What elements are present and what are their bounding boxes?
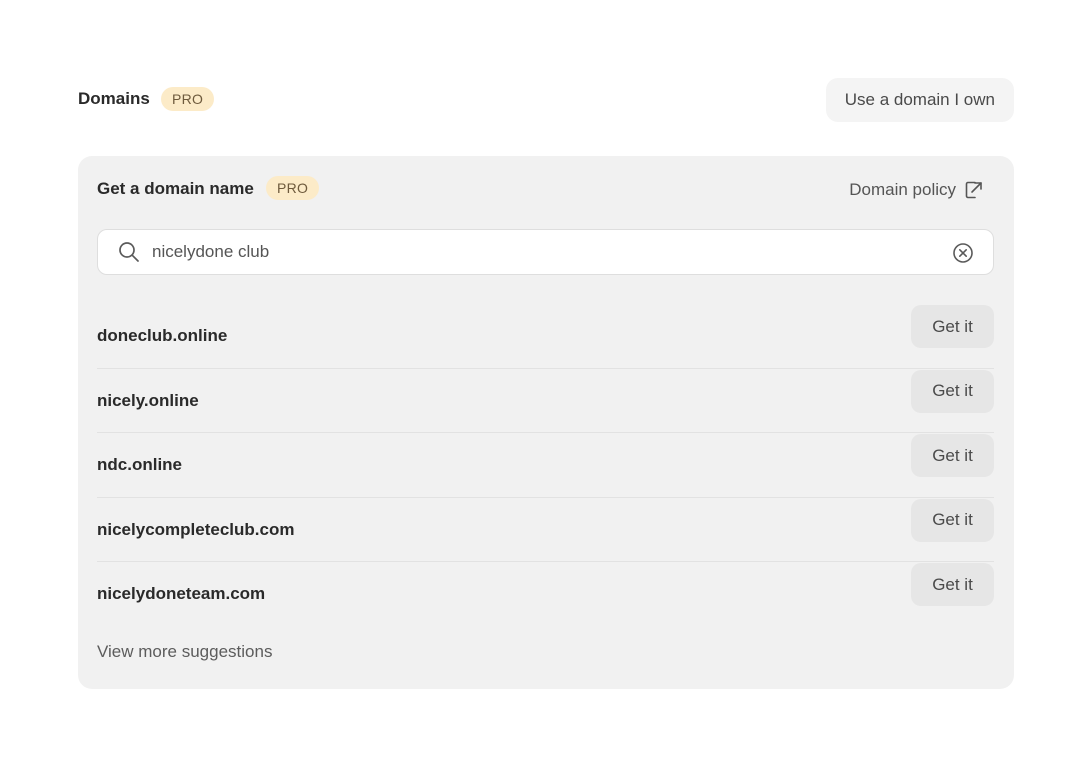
domain-name: doneclub.online (97, 326, 228, 345)
get-it-button[interactable]: Get it (911, 434, 994, 477)
suggestion-list: doneclub.online Get it nicely.online Get… (97, 304, 994, 627)
pro-badge: PRO (266, 176, 320, 200)
search-icon (118, 241, 140, 268)
get-it-button[interactable]: Get it (911, 305, 994, 348)
view-more-suggestions-link[interactable]: View more suggestions (97, 642, 272, 662)
domain-name: nicely.online (97, 390, 199, 410)
domain-policy-link[interactable]: Domain policy (849, 180, 984, 200)
external-link-icon (964, 180, 984, 200)
domains-header: Domains PRO Use a domain I own (78, 78, 1014, 122)
clear-icon[interactable] (952, 242, 974, 269)
use-own-domain-button[interactable]: Use a domain I own (825, 78, 1014, 122)
domain-name: nicelycompleteclub.com (97, 519, 295, 539)
list-item: nicelydoneteam.com Get it (97, 562, 994, 627)
domain-name: nicelydoneteam.com (97, 584, 266, 603)
domain-policy-label: Domain policy (849, 180, 956, 199)
card-title: Get a domain name (97, 179, 254, 198)
get-it-button[interactable]: Get it (911, 563, 994, 606)
list-item: nicelycompleteclub.com Get it (97, 498, 994, 562)
get-it-button[interactable]: Get it (911, 369, 994, 413)
domain-search (97, 229, 994, 275)
get-domain-card: Get a domain name PRO Domain policy nice… (78, 156, 1014, 689)
pro-badge: PRO (161, 87, 215, 111)
search-input[interactable] (152, 230, 932, 274)
list-item: doneclub.online Get it (97, 304, 994, 369)
list-item: ndc.online Get it (97, 433, 994, 498)
get-it-button[interactable]: Get it (911, 498, 994, 542)
list-item: nicely.online Get it (97, 369, 994, 433)
page-title: Domains (78, 89, 150, 108)
domain-name: ndc.online (97, 455, 182, 474)
